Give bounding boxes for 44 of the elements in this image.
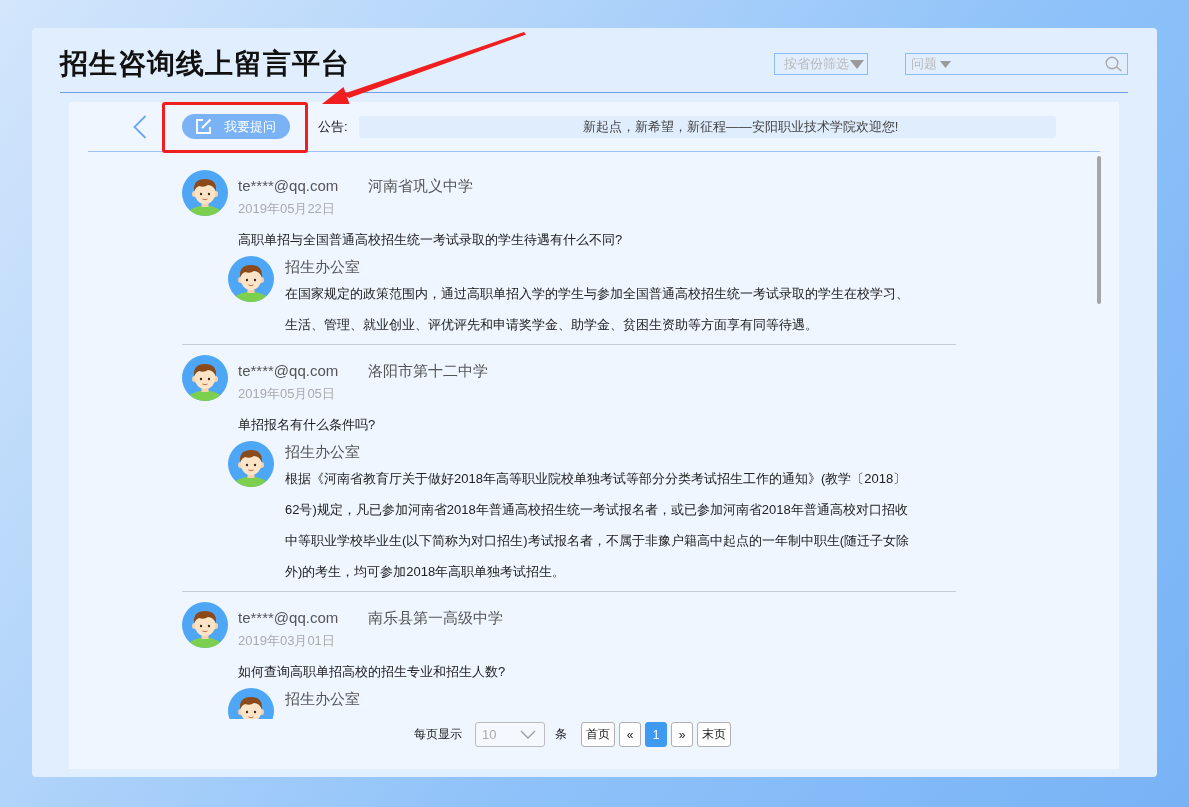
question-text: 高职单招与全国普通高校招生统一考试录取的学生待遇有什么不同? xyxy=(238,231,624,249)
school-name: 洛阳市第十二中学 xyxy=(368,361,489,381)
scrollbar-thumb[interactable] xyxy=(1097,156,1101,304)
notice-label: 公告: xyxy=(318,117,348,136)
reply-author: 招生办公室 xyxy=(285,257,361,277)
chevron-down-icon xyxy=(520,730,536,739)
boy-avatar-icon xyxy=(228,441,274,487)
school-name: 南乐县第一高级中学 xyxy=(368,608,504,628)
boy-avatar-icon xyxy=(228,256,274,302)
search-field[interactable]: 问题 xyxy=(905,53,1128,75)
post-date: 2019年05月22日 xyxy=(238,200,336,218)
username: te****@qq.com xyxy=(238,176,339,196)
reply-text: 根据《河南省教育厅关于做好2018年高等职业院校单独考试等部分分类考试招生工作的通知》(教学〔2018〕62号)规定，凡已参加河南省2018年普通高校招生统一考试报名者，或已参加河南省2018年普通高校对口招收中等职业学校毕业生(以下简称为对口招生)考试报名者，不属于非豫户籍高中起点的一年制中职生(随迁子女除外)的考生，均可参加2018年高职单独考试招生。 xyxy=(285,470,910,581)
next-page-button[interactable]: » xyxy=(671,722,693,747)
category-dropdown[interactable]: 问题 xyxy=(911,55,951,73)
page-button[interactable]: 1 xyxy=(645,722,667,747)
per-page-label: 每页显示 xyxy=(414,726,462,743)
back-icon[interactable] xyxy=(133,114,147,139)
province-filter-dropdown[interactable]: 按省份筛选 xyxy=(774,53,868,75)
page-size-select[interactable]: 10 xyxy=(475,722,545,747)
caret-icon xyxy=(850,59,864,69)
post-date: 2019年03月01日 xyxy=(238,632,336,650)
boy-avatar-icon xyxy=(182,170,228,216)
post-date: 2019年05月05日 xyxy=(238,385,336,403)
first-page-button[interactable]: 首页 xyxy=(581,722,615,747)
reply-author: 招生办公室 xyxy=(285,442,361,462)
page-title: 招生咨询线上留言平台 xyxy=(60,47,350,81)
search-icon[interactable] xyxy=(1105,56,1123,72)
last-page-button[interactable]: 末页 xyxy=(697,722,731,747)
ask-question-button[interactable]: 我要提问 xyxy=(182,114,290,139)
username: te****@qq.com xyxy=(238,608,339,628)
school-name: 河南省巩义中学 xyxy=(368,176,474,196)
reply-author: 招生办公室 xyxy=(285,689,360,709)
boy-avatar-icon xyxy=(182,602,228,648)
reply-text: 在国家规定的政策范围内，通过高职单招入学的学生与参加全国普通高校招生统一考试录取的学生在校学习、生活、管理、就业创业、评优评先和申请奖学金、助学金、贫困生资助等方面享有同等待遇。 xyxy=(285,285,910,334)
question-text: 单招报名有什么条件吗? xyxy=(238,416,377,434)
caret-icon xyxy=(940,60,951,68)
notice-bar: 新起点，新希望，新征程——安阳职业技术学院欢迎您! xyxy=(358,115,1056,138)
boy-avatar-icon xyxy=(182,355,228,401)
edit-icon xyxy=(195,118,212,135)
previous-page-button[interactable]: « xyxy=(619,722,641,747)
unit-label: 条 xyxy=(555,726,567,743)
username: te****@qq.com xyxy=(238,361,339,381)
question-text: 如何查询高职单招高校的招生专业和招生人数? xyxy=(238,663,507,681)
